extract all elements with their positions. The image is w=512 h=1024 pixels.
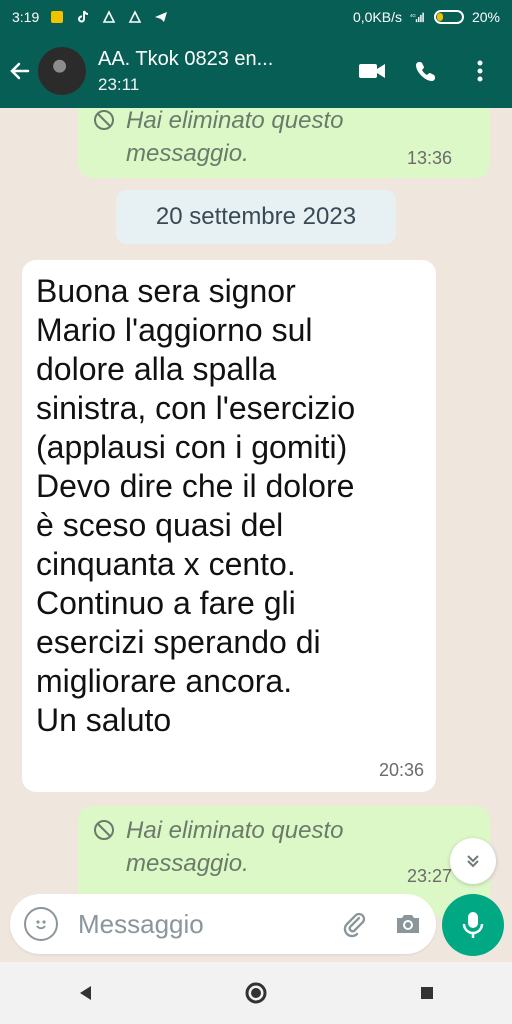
message-line: migliorare ancora.	[36, 663, 293, 699]
signal-icon: 4G	[410, 9, 426, 25]
message-line: cinquanta x cento.	[36, 546, 296, 582]
video-call-button[interactable]	[354, 53, 390, 89]
nav-home-button[interactable]	[236, 973, 276, 1013]
drive-icon-2	[127, 9, 143, 25]
notification-icon	[49, 9, 65, 25]
camera-icon[interactable]	[394, 912, 422, 936]
contact-info[interactable]: AA. Tkok 0823 en... 23:11	[98, 48, 328, 95]
message-line: Un saluto	[36, 702, 172, 738]
message-incoming[interactable]: Buona sera signor Mario l'aggiorno sul d…	[22, 260, 436, 792]
message-line: è sceso quasi del	[36, 507, 284, 543]
drive-icon	[101, 9, 117, 25]
battery-level: 20%	[471, 9, 500, 25]
message-line: Continuo a fare gli	[36, 585, 296, 621]
double-chevron-down-icon	[467, 855, 479, 868]
more-vertical-icon	[477, 60, 483, 82]
back-button[interactable]	[0, 34, 40, 108]
chat-header: AA. Tkok 0823 en... 23:11	[0, 34, 512, 108]
deleted-text-2: messaggio.	[126, 140, 249, 167]
square-recents-icon	[420, 987, 433, 999]
message-line: Devo dire che il dolore	[36, 468, 355, 504]
network-speed: 0,0KB/s	[352, 9, 402, 25]
message-time: 13:36	[406, 148, 452, 168]
chat-area[interactable]: Hai eliminato questo messaggio. 13:36 20…	[0, 108, 512, 960]
message-line: (applausi con i gomiti)	[36, 429, 348, 465]
voice-call-button[interactable]	[408, 53, 444, 89]
triangle-back-icon	[80, 986, 92, 1000]
arrow-left-icon	[10, 62, 30, 80]
scroll-down-button[interactable]	[450, 838, 496, 884]
message-line: Mario l'aggiorno sul	[36, 312, 313, 348]
message-line: dolore alla spalla	[36, 351, 277, 387]
message-input[interactable]: Messaggio	[10, 894, 436, 954]
message-placeholder: Messaggio	[78, 908, 204, 939]
battery-icon	[433, 10, 464, 24]
deleted-text-2: messaggio.	[126, 850, 249, 877]
deleted-text: Hai eliminato questo	[126, 817, 344, 844]
video-icon	[359, 64, 385, 78]
emoji-icon[interactable]	[24, 907, 58, 941]
nav-recents-button[interactable]	[407, 973, 447, 1013]
message-deleted[interactable]: Hai eliminato questo messaggio. 13:36	[78, 108, 490, 178]
deleted-text: Hai eliminato questo	[126, 108, 344, 134]
message-line: Buona sera signor	[36, 273, 296, 309]
deleted-icon	[94, 820, 114, 840]
last-seen: 23:11	[98, 74, 140, 94]
system-navigation-bar	[0, 962, 512, 1024]
menu-button[interactable]	[462, 53, 498, 89]
avatar[interactable]	[38, 47, 86, 95]
nav-back-button[interactable]	[65, 973, 105, 1013]
attach-icon[interactable]	[340, 910, 368, 938]
chat-title: AA. Tkok 0823 en...	[98, 47, 274, 70]
home-circle-icon	[245, 982, 267, 1004]
telegram-icon	[153, 9, 169, 25]
microphone-icon	[462, 912, 484, 938]
message-time: 20:36	[378, 760, 424, 780]
message-line: sinistra, con l'esercizio	[36, 390, 356, 426]
deleted-icon	[94, 110, 114, 130]
message-line: esercizi sperando di	[36, 624, 321, 660]
date-separator: 20 settembre 2023	[116, 190, 396, 244]
svg-text:4G: 4G	[410, 13, 416, 18]
composer: Messaggio	[0, 886, 512, 962]
phone-icon	[416, 62, 435, 81]
message-time: 23:27	[406, 866, 452, 886]
mic-button[interactable]	[442, 894, 504, 956]
tiktok-icon	[75, 9, 91, 25]
status-time: 3:19	[12, 9, 40, 25]
status-bar: 3:19 0,0KB/s 4G 20%	[0, 0, 512, 34]
